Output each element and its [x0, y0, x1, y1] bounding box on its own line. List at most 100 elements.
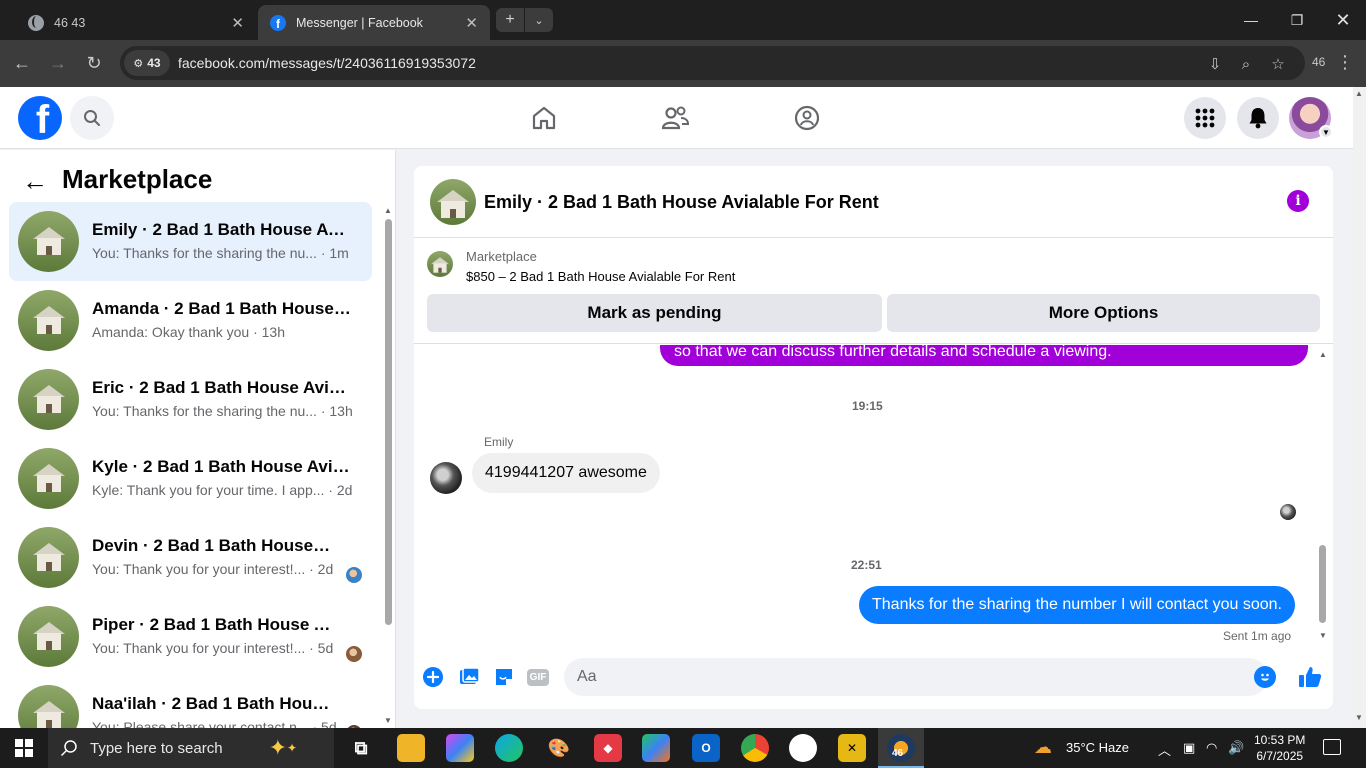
weather-text[interactable]: 35°C Haze — [1066, 740, 1129, 755]
outgoing-message[interactable]: Thanks for the sharing the number I will… — [859, 586, 1295, 624]
chevron-up-icon[interactable]: ︿ — [1158, 740, 1171, 759]
site-info-count: 43 — [147, 56, 161, 70]
back-button[interactable]: ← — [10, 51, 34, 75]
minimize-button[interactable]: — — [1228, 0, 1274, 40]
friends-nav-button[interactable] — [658, 101, 692, 135]
windows-taskbar: Type here to search ✦ ✦ ⧉ 🎨 ◆ O 10 ✕ 46 … — [0, 728, 1366, 768]
site-info-button[interactable]: ⚙ 43 — [124, 50, 170, 76]
conversation-name: Naa'ilah · 2 Bad 1 Bath House Avialable … — [92, 694, 332, 713]
conversation-item[interactable]: Naa'ilah · 2 Bad 1 Bath House Avialable … — [9, 676, 372, 728]
conversation-name: Piper · 2 Bad 1 Bath House Avialable For… — [92, 615, 332, 634]
attach-photo-button[interactable] — [458, 666, 480, 688]
timestamp: 19:15 — [852, 399, 883, 413]
home-nav-button[interactable] — [527, 101, 561, 135]
conversation-item[interactable]: Emily · 2 Bad 1 Bath House Avialable For… — [9, 202, 372, 281]
volume-icon[interactable]: 🔊 — [1228, 740, 1244, 756]
close-icon[interactable]: ✕ — [465, 14, 478, 32]
listing-thumbnail[interactable] — [427, 251, 453, 277]
file-explorer-icon[interactable] — [397, 734, 425, 762]
outlook-icon[interactable]: O — [692, 734, 720, 762]
conversation-item[interactable]: Kyle · 2 Bad 1 Bath House Avialable For … — [9, 439, 372, 518]
emoji-button[interactable] — [1254, 666, 1276, 688]
scroll-down-arrow[interactable]: ▼ — [1355, 713, 1363, 722]
chevron-down-icon[interactable]: ▼ — [1319, 125, 1333, 139]
groups-icon — [794, 105, 820, 131]
active-app-slot[interactable]: 46 — [878, 728, 924, 768]
clock-date: 6/7/2025 — [1256, 749, 1304, 763]
house-image — [33, 306, 65, 334]
wifi-icon[interactable]: ◠ — [1206, 740, 1217, 756]
scroll-down-arrow[interactable]: ▼ — [1319, 631, 1327, 640]
url-text[interactable]: facebook.com/messages/t/2403611691935307… — [178, 55, 476, 71]
install-app-icon[interactable]: ⇩ — [1205, 54, 1225, 74]
notification-center-icon[interactable] — [1323, 739, 1341, 755]
more-options-button[interactable]: More Options — [887, 294, 1320, 332]
conversation-snippet: Kyle: Thank you for your time. I app... … — [92, 482, 353, 498]
conversation-thumbnail — [18, 606, 79, 667]
more-actions-button[interactable] — [422, 666, 444, 688]
forward-button[interactable]: → — [46, 51, 70, 75]
taskbar-search-box[interactable]: Type here to search ✦ ✦ — [48, 728, 334, 768]
menu-button[interactable] — [1184, 97, 1226, 139]
chat-avatar[interactable] — [430, 179, 476, 225]
close-window-button[interactable]: ✕ — [1320, 0, 1366, 40]
incoming-message[interactable]: 4199441207 awesome — [472, 453, 660, 493]
task-view-icon[interactable]: ⧉ — [347, 734, 375, 762]
sent-status: Sent 1m ago — [1223, 629, 1292, 643]
tab-inactive[interactable]: 46 43 ✕ — [16, 5, 256, 40]
sender-avatar[interactable] — [430, 462, 462, 494]
scroll-up-arrow[interactable]: ▲ — [1319, 350, 1327, 359]
zoom-icon[interactable]: ⌕ — [1236, 54, 1256, 74]
message-thread-scrollbar[interactable] — [1319, 545, 1326, 623]
tab-search-button[interactable]: ⌄ — [525, 8, 553, 32]
house-image — [33, 543, 65, 571]
groups-nav-button[interactable] — [790, 101, 824, 135]
tab-active[interactable]: f Messenger | Facebook ✕ — [258, 5, 490, 40]
edge-icon[interactable] — [495, 734, 523, 762]
conversation-list-scrollbar[interactable] — [385, 219, 392, 625]
meet-now-icon[interactable]: ▣ — [1183, 740, 1195, 756]
conversation-thumbnail — [18, 369, 79, 430]
address-bar[interactable]: ⚙ 43 facebook.com/messages/t/24036116919… — [120, 46, 1305, 80]
sticker-button[interactable] — [493, 666, 515, 688]
notifications-button[interactable] — [1237, 97, 1279, 139]
close-icon[interactable]: ✕ — [231, 14, 244, 32]
bookmark-star-icon[interactable]: ☆ — [1268, 54, 1288, 74]
conversation-name: Amanda · 2 Bad 1 Bath House Avialable Fo… — [92, 299, 352, 318]
conversation-item[interactable]: Devin · 2 Bad 1 Bath House Avialable For… — [9, 518, 372, 597]
chrome-icon[interactable] — [741, 734, 769, 762]
chat-title[interactable]: Emily · 2 Bad 1 Bath House Avialable For… — [484, 192, 879, 213]
outgoing-message[interactable]: so that we can discuss further details a… — [660, 345, 1308, 366]
reload-button[interactable]: ↻ — [82, 51, 106, 75]
page-scrollbar[interactable]: ▲ ▼ — [1353, 87, 1366, 728]
scroll-down-arrow[interactable]: ▼ — [384, 716, 392, 725]
chrome-profile-icon[interactable]: 10 — [789, 734, 817, 762]
new-tab-button[interactable]: + — [496, 8, 524, 32]
listing-title[interactable]: $850 – 2 Bad 1 Bath House Avialable For … — [466, 269, 735, 284]
app-x-icon[interactable]: ✕ — [838, 734, 866, 762]
like-button[interactable] — [1297, 664, 1323, 690]
mark-as-pending-button[interactable]: Mark as pending — [427, 294, 882, 332]
message-input[interactable] — [564, 658, 1268, 696]
browser-menu-icon[interactable]: ⋮ — [1336, 52, 1354, 73]
info-icon[interactable]: i — [1287, 190, 1309, 212]
store-icon[interactable] — [642, 734, 670, 762]
copilot-icon[interactable] — [446, 734, 474, 762]
app-red-icon[interactable]: ◆ — [594, 734, 622, 762]
sticker-icon — [496, 669, 512, 685]
facebook-logo[interactable]: f — [18, 96, 62, 140]
paint-icon[interactable]: 🎨 — [545, 734, 573, 762]
profile-button[interactable]: 46 — [1312, 55, 1325, 69]
scroll-up-arrow[interactable]: ▲ — [384, 206, 392, 215]
gif-button[interactable]: GIF — [526, 666, 550, 688]
sparkle-icon: ✦ — [268, 735, 288, 760]
conversation-item[interactable]: Eric · 2 Bad 1 Bath House Avialable For … — [9, 360, 372, 439]
system-clock[interactable]: 10:53 PM 6/7/2025 — [1254, 732, 1305, 764]
conversation-item[interactable]: Amanda · 2 Bad 1 Bath House Avialable Fo… — [9, 281, 372, 360]
start-button[interactable] — [0, 728, 48, 768]
back-arrow-icon[interactable]: ← — [22, 166, 48, 197]
scroll-up-arrow[interactable]: ▲ — [1355, 89, 1363, 98]
conversation-item[interactable]: Piper · 2 Bad 1 Bath House Avialable For… — [9, 597, 372, 676]
restore-button[interactable]: ❐ — [1274, 0, 1320, 40]
search-button[interactable] — [70, 96, 114, 140]
